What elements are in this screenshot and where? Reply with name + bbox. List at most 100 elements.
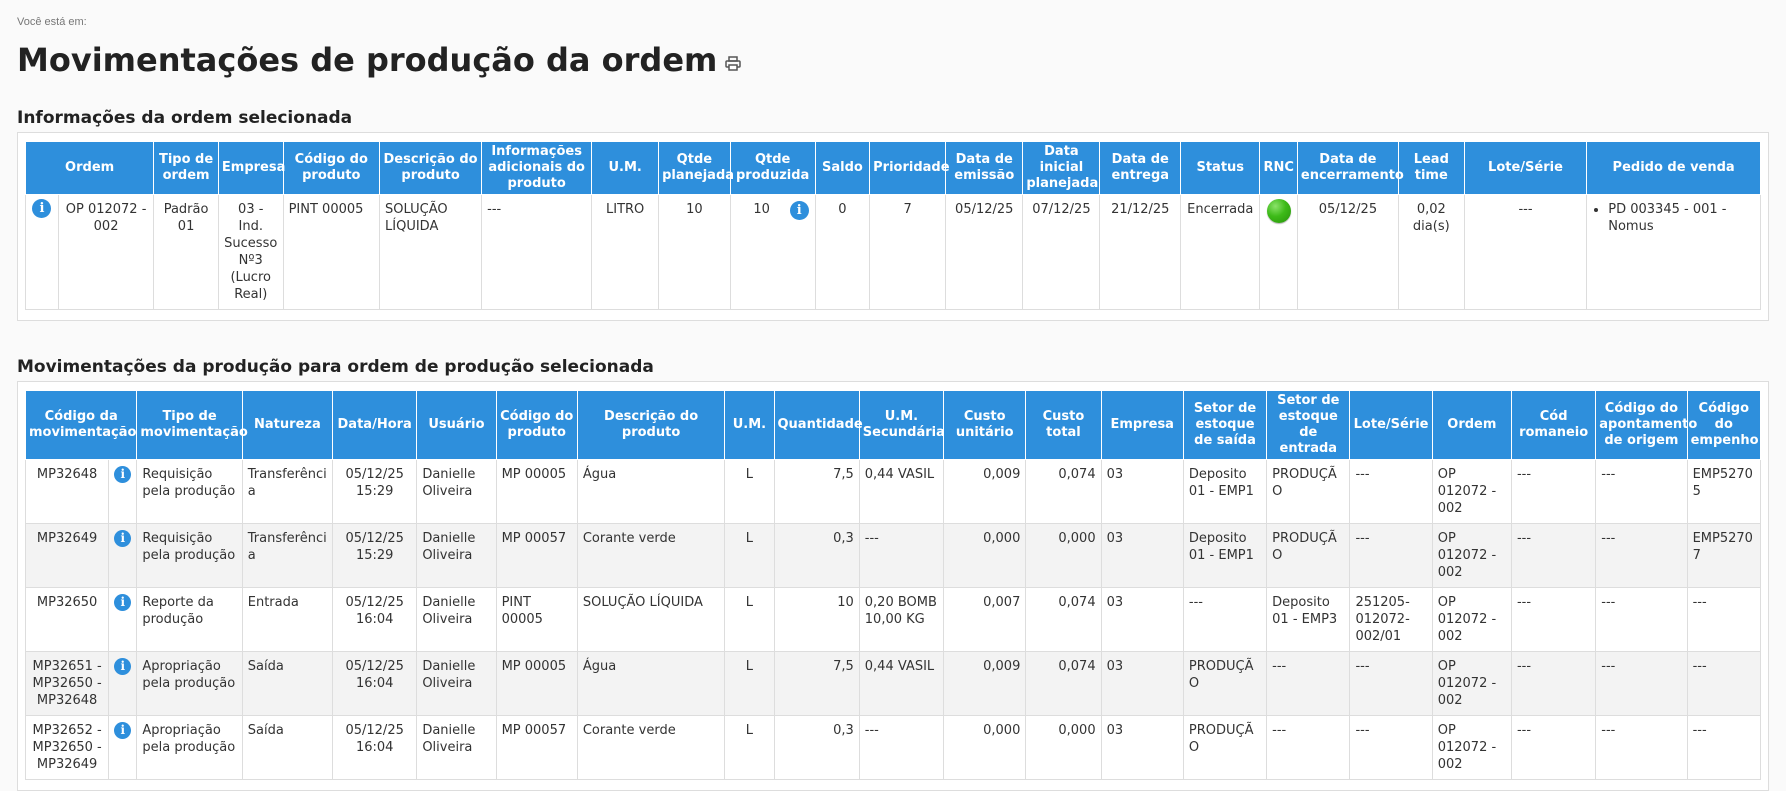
col-emissao[interactable]: Data de emissão	[945, 141, 1024, 195]
col-lote[interactable]: Lote/Série	[1463, 141, 1588, 195]
order-qtde-produzida-cell: 10 i	[729, 194, 816, 310]
cell-descricao: Água	[576, 459, 726, 524]
col-descricao-prod[interactable]: Descrição do produto	[576, 390, 726, 460]
col-ordem[interactable]: Ordem	[24, 141, 155, 195]
cell-data-hora: 05/12/25 15:29	[332, 459, 418, 524]
cell-codigo-prod: MP 00005	[495, 459, 578, 524]
info-icon[interactable]: i	[114, 466, 132, 483]
col-qtde-produzida[interactable]: Qtde produzida	[729, 141, 816, 195]
col-empresa[interactable]: Empresa	[1100, 390, 1184, 460]
cell-empenho: ---	[1686, 651, 1762, 716]
cell-custo-unit: 0,009	[943, 651, 1027, 716]
cell-data-hora: 05/12/25 16:04	[332, 587, 418, 652]
col-descricao[interactable]: Descrição do produto	[379, 141, 483, 195]
order-tipo: Padrão 01	[153, 194, 219, 310]
col-encerramento[interactable]: Data de encerramento	[1296, 141, 1404, 195]
col-um[interactable]: U.M.	[591, 141, 660, 195]
moves-header-row: Código da movimentação Tipo de movimenta…	[24, 390, 1762, 460]
cell-um: L	[724, 459, 775, 524]
col-um[interactable]: U.M.	[724, 390, 775, 460]
col-data-hora[interactable]: Data/Hora	[332, 390, 418, 460]
order-info: ---	[481, 194, 593, 310]
col-entrega[interactable]: Data de entrega	[1099, 141, 1182, 195]
cell-ordem: OP 012072 - 002	[1431, 459, 1512, 524]
cell-natureza: Transferência	[241, 523, 334, 588]
info-icon[interactable]: i	[114, 530, 132, 547]
col-lead-time[interactable]: Lead time	[1397, 141, 1465, 195]
cell-um-sec: ---	[858, 715, 945, 780]
cell-custo-unit: 0,007	[943, 587, 1027, 652]
cell-custo-total: 0,074	[1025, 459, 1102, 524]
col-setor-saida[interactable]: Setor de estoque de saída	[1182, 390, 1268, 460]
col-romaneio[interactable]: Cód romaneio	[1510, 390, 1597, 460]
pedido-item[interactable]: PD 003345 - 001 - Nomus	[1608, 201, 1755, 235]
col-status[interactable]: Status	[1180, 141, 1261, 195]
col-apontamento[interactable]: Código do apontamento de origem	[1595, 390, 1697, 460]
col-qtde-planejada[interactable]: Qtde planejada	[658, 141, 734, 195]
row-info-cell: i	[108, 715, 138, 780]
col-codigo[interactable]: Código do produto	[282, 141, 381, 195]
cell-um-sec: 0,44 VASIL	[858, 651, 945, 716]
status-dot-icon	[1266, 199, 1291, 223]
page: Você está em: Movimentações de produção …	[0, 0, 1786, 791]
cell-lote: ---	[1349, 523, 1433, 588]
col-tipo-mov[interactable]: Tipo de movimentação	[136, 390, 248, 460]
col-setor-entrada[interactable]: Setor de estoque de entrada	[1266, 390, 1351, 460]
col-empenho[interactable]: Código do empenho	[1686, 390, 1762, 460]
col-codigo-prod[interactable]: Código do produto	[495, 390, 578, 460]
cell-custo-unit: 0,000	[943, 523, 1027, 588]
col-prioridade[interactable]: Prioridade	[869, 141, 950, 195]
cell-empresa: 03	[1100, 523, 1184, 588]
order-qtde-planejada: 10	[658, 194, 731, 310]
col-rnc[interactable]: RNC	[1259, 141, 1298, 195]
cell-tipo-mov: Requisição pela produção	[136, 523, 243, 588]
col-empresa[interactable]: Empresa	[217, 141, 285, 195]
info-icon[interactable]: i	[114, 594, 132, 611]
cell-custo-total: 0,074	[1025, 651, 1102, 716]
cell-empresa: 03	[1100, 587, 1184, 652]
cell-ordem: OP 012072 - 002	[1431, 587, 1512, 652]
cell-setor-entrada: Deposito 01 - EMP3	[1266, 587, 1351, 652]
col-lote[interactable]: Lote/Série	[1349, 390, 1433, 460]
cell-apontamento: ---	[1595, 459, 1688, 524]
col-inicial[interactable]: Data inicial planejada	[1022, 141, 1101, 195]
cell-empenho: ---	[1686, 715, 1762, 780]
cell-descricao: Corante verde	[576, 715, 726, 780]
col-pedido[interactable]: Pedido de venda	[1586, 141, 1761, 195]
print-icon[interactable]	[725, 56, 742, 74]
order-lote: ---	[1463, 194, 1588, 310]
moves-table: Código da movimentação Tipo de movimenta…	[24, 390, 1762, 780]
col-um-sec[interactable]: U.M. Secundária	[858, 390, 945, 460]
cell-romaneio: ---	[1510, 587, 1597, 652]
col-quantidade[interactable]: Quantidade	[773, 390, 863, 460]
cell-setor-saida: PRODUÇÃO	[1182, 715, 1268, 780]
col-custo-total[interactable]: Custo total	[1025, 390, 1102, 460]
title-row: Movimentações de produção da ordem	[17, 36, 1769, 80]
order-status: Encerrada	[1180, 194, 1261, 310]
col-usuario[interactable]: Usuário	[416, 390, 497, 460]
col-saldo[interactable]: Saldo	[814, 141, 871, 195]
info-icon[interactable]: i	[114, 722, 132, 739]
col-ordem[interactable]: Ordem	[1431, 390, 1512, 460]
cell-empenho: ---	[1686, 587, 1762, 652]
cell-romaneio: ---	[1510, 651, 1597, 716]
cell-codigo-prod: MP 00057	[495, 715, 578, 780]
info-icon[interactable]: i	[789, 201, 809, 220]
table-row: MP32650 i Reporte da produção Entrada 05/12/…	[24, 587, 1762, 652]
col-custo-unit[interactable]: Custo unitário	[943, 390, 1027, 460]
col-codigo-mov[interactable]: Código da movimentação	[24, 390, 138, 460]
cell-ordem: OP 012072 - 002	[1431, 523, 1512, 588]
cell-um: L	[724, 587, 775, 652]
cell-usuario: Danielle Oliveira	[416, 715, 497, 780]
cell-codigo-prod: PINT 00005	[495, 587, 578, 652]
cell-natureza: Entrada	[241, 587, 334, 652]
col-info[interactable]: Informações adicionais do produto	[481, 141, 593, 195]
col-tipo[interactable]: Tipo de ordem	[153, 141, 219, 195]
cell-lote: 251205-012072-002/01	[1349, 587, 1433, 652]
order-ordem: OP 012072 - 002	[57, 194, 155, 310]
info-icon[interactable]: i	[114, 658, 132, 675]
info-icon[interactable]: i	[32, 199, 52, 218]
cell-um-sec: 0,44 VASIL	[858, 459, 945, 524]
cell-apontamento: ---	[1595, 587, 1688, 652]
col-natureza[interactable]: Natureza	[241, 390, 334, 460]
